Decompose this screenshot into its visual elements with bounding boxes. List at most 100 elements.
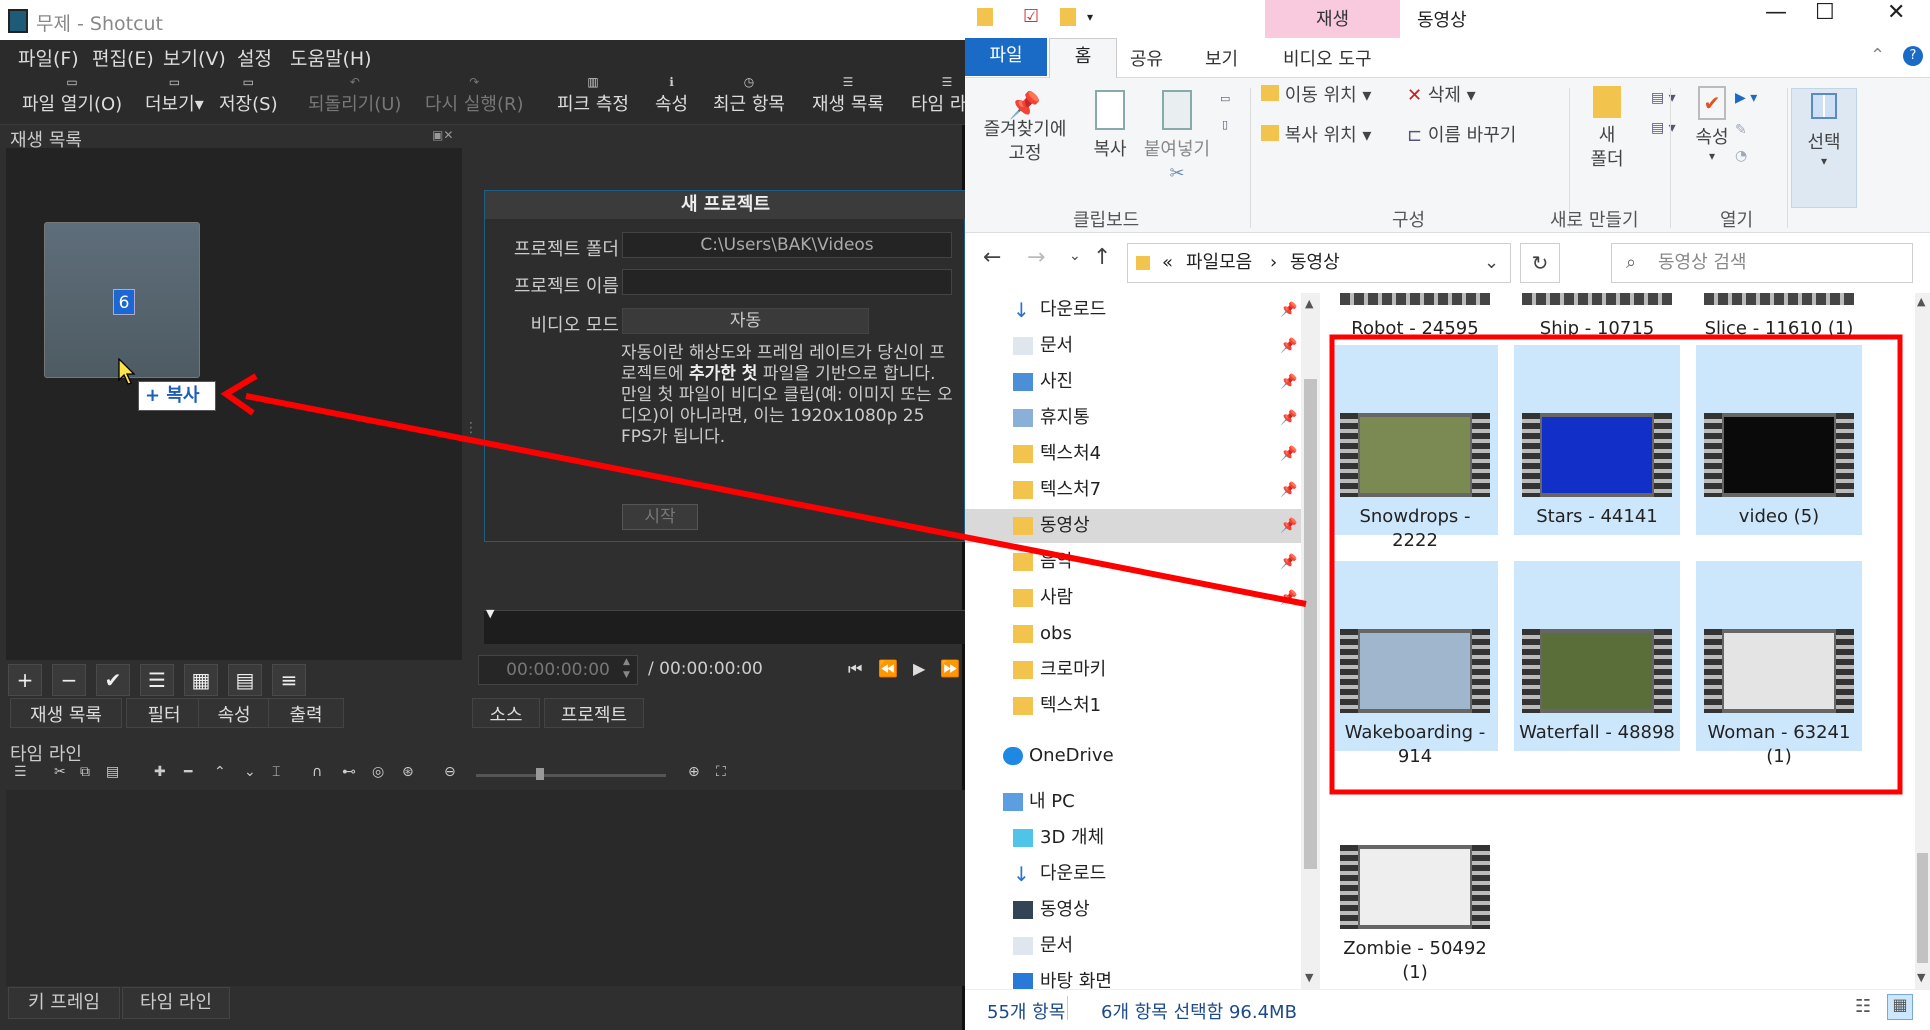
timeline-menu-icon[interactable]: ☰ <box>14 764 27 780</box>
file-tile[interactable]: Snowdrops - 2222 <box>1332 345 1498 551</box>
tab-home[interactable]: 홈 <box>1049 38 1117 78</box>
dock-float-close-icon[interactable]: ▣✕ <box>432 128 453 142</box>
ripple-all-icon[interactable]: ⊛ <box>402 764 414 780</box>
copy-path-icon[interactable]: ▭ <box>1220 92 1230 105</box>
project-name-field[interactable] <box>622 269 952 295</box>
paste-shortcut-icon[interactable]: ▯ <box>1222 118 1228 131</box>
delete-button[interactable]: ✕ 삭제 ▾ <box>1407 84 1497 108</box>
up-arrow-icon[interactable]: ↑ <box>1093 245 1111 270</box>
nav-item-18[interactable]: 문서 <box>965 929 1301 963</box>
easy-access-icon[interactable]: ▤ ▾ <box>1651 120 1676 136</box>
rewind-icon[interactable]: ⏪ <box>878 659 898 678</box>
lift-icon[interactable]: ⌃ <box>214 764 226 780</box>
close-icon[interactable]: ✕ <box>1887 0 1905 25</box>
rename-button[interactable]: ⊏ 이름 바꾸기 <box>1407 124 1557 148</box>
recent-locations-icon[interactable]: ⌄ <box>1069 248 1081 264</box>
undo-button[interactable]: ↶ 되돌리기(U) <box>308 74 401 116</box>
minimize-icon[interactable]: — <box>1765 0 1787 25</box>
menu-help[interactable]: 도움말(H) <box>290 44 372 71</box>
refresh-icon[interactable]: ↻ <box>1520 243 1560 283</box>
scrub-drag-icon[interactable]: ⊷ <box>342 764 356 780</box>
new-folder-button[interactable]: 새 폴더 <box>1577 86 1637 172</box>
tab-keyframes[interactable]: 키 프레임 <box>8 987 120 1019</box>
history-icon[interactable]: ◔ <box>1735 148 1747 164</box>
skip-previous-icon[interactable]: ⏮ <box>848 659 862 679</box>
playlist-menu-button[interactable]: ≡ <box>272 664 306 696</box>
tab-video-tools[interactable]: 비디오 도구 <box>1283 45 1372 71</box>
ribbon-collapse-icon[interactable]: ⌃ <box>1870 45 1885 66</box>
file-tile[interactable]: Wakeboarding - 914 <box>1332 561 1498 767</box>
new-item-icon[interactable]: ▤ ▾ <box>1651 90 1676 106</box>
forward-arrow-icon[interactable]: → <box>1027 245 1045 270</box>
ripple-icon[interactable]: ◎ <box>372 764 384 780</box>
content-scrollbar[interactable]: ▲ ▼ <box>1915 293 1930 989</box>
pin-icon[interactable]: 📌 <box>1280 365 1297 399</box>
cut-icon[interactable]: ✂ <box>54 764 66 780</box>
pin-icon[interactable]: 📌 <box>1280 581 1297 615</box>
snap-icon[interactable]: ∩ <box>312 764 322 780</box>
breadcrumb-overflow[interactable]: « <box>1162 244 1173 282</box>
select-button[interactable]: 선택 ▾ <box>1791 88 1857 208</box>
nav-scrollbar[interactable]: ▲ ▼ <box>1301 293 1320 989</box>
copy-to-button[interactable]: 복사 위치 ▾ <box>1261 124 1401 148</box>
pin-icon[interactable]: 📌 <box>1280 509 1297 543</box>
copy-icon[interactable]: ⧉ <box>80 764 90 780</box>
nav-item-4[interactable]: 휴지통 📌 <box>965 401 1301 435</box>
nav-item-8[interactable]: 음악 📌 <box>965 545 1301 579</box>
append-icon[interactable]: ✚ <box>154 764 166 780</box>
file-tile[interactable]: Robot - 24595 <box>1332 293 1498 345</box>
tab-filters[interactable]: 필터 <box>126 698 202 728</box>
zoom-in-icon[interactable]: ⊕ <box>688 764 700 780</box>
paste-button[interactable]: 붙여넣기 ✂ <box>1137 90 1217 186</box>
save-button[interactable]: ▭ 저장(S) <box>219 74 278 116</box>
zoom-fit-icon[interactable]: ⛶ <box>716 764 726 780</box>
pin-button[interactable]: 📌 즐겨찾기에 고정 <box>975 93 1075 166</box>
pin-icon[interactable]: 📌 <box>1280 401 1297 435</box>
search-box[interactable]: ⌕ 동영상 검색 <box>1611 243 1913 283</box>
nav-item-14[interactable]: 내 PC <box>965 785 1301 819</box>
nav-item-7[interactable]: 동영상 📌 <box>965 509 1301 543</box>
playlist-clip[interactable]: 6 <box>44 222 200 378</box>
tab-export[interactable]: 출력 <box>268 698 344 728</box>
recent-button[interactable]: ◷ 최근 항목 <box>713 74 785 116</box>
details-view-icon[interactable]: ☷ <box>1855 996 1871 1017</box>
zoom-slider-handle[interactable] <box>536 768 544 780</box>
nav-scrollbar-thumb[interactable] <box>1304 379 1317 869</box>
zoom-slider[interactable] <box>476 774 666 777</box>
breadcrumb-videos[interactable]: 동영상 <box>1290 244 1340 282</box>
edit-icon[interactable]: ✎ <box>1735 122 1747 138</box>
fast-forward-icon[interactable]: ⏩ <box>940 659 960 678</box>
tab-file[interactable]: 파일 <box>965 38 1047 76</box>
menu-view[interactable]: 보기(V) <box>163 44 226 71</box>
scrub-bar[interactable]: ▼ <box>484 607 965 644</box>
address-bar[interactable]: « 파일모음 › 동영상 ⌄ <box>1127 243 1511 283</box>
large-icons-view-icon[interactable]: ▦ <box>1887 994 1913 1020</box>
quick-access-dropdown-icon[interactable]: ▾ <box>1087 10 1093 24</box>
splitter-handle[interactable]: ⋮ <box>464 420 478 436</box>
tab-view[interactable]: 보기 <box>1205 45 1238 71</box>
timecode-field[interactable]: 00:00:00:00 <box>478 655 638 685</box>
file-tile[interactable]: Zombie - 50492 (1) <box>1332 777 1498 983</box>
tab-timeline[interactable]: 타임 라인 <box>122 987 230 1019</box>
nav-item-9[interactable]: 사람 📌 <box>965 581 1301 615</box>
content-scrollbar-thumb[interactable] <box>1917 853 1928 963</box>
details-view-button[interactable]: ☰ <box>140 664 174 696</box>
start-button[interactable]: 시작 <box>622 504 698 530</box>
more-button[interactable]: ▭ 더보기▾ <box>145 74 204 116</box>
nav-item-10[interactable]: obs <box>965 617 1301 651</box>
context-tab-play[interactable]: 재생 <box>1265 0 1400 38</box>
copy-button[interactable]: 복사 <box>1080 90 1140 162</box>
split-icon[interactable]: ⌶ <box>272 764 280 780</box>
properties-button[interactable]: ℹ 속성 <box>655 74 688 116</box>
back-arrow-icon[interactable]: ← <box>983 245 1001 270</box>
breadcrumb-files[interactable]: 파일모음 <box>1186 244 1252 282</box>
nav-item-19[interactable]: 바탕 화면 <box>965 965 1301 989</box>
nav-item-16[interactable]: ↓ 다운로드 <box>965 857 1301 891</box>
add-button[interactable]: + <box>8 664 42 696</box>
file-tile[interactable]: video (5) <box>1696 345 1862 535</box>
pin-icon[interactable]: 📌 <box>1280 473 1297 507</box>
tab-source[interactable]: 소스 <box>472 698 540 728</box>
file-tile[interactable]: Waterfall - 48898 <box>1514 561 1680 751</box>
properties-quick-icon[interactable]: ☑ <box>1023 6 1039 27</box>
pin-icon[interactable]: 📌 <box>1280 329 1297 363</box>
